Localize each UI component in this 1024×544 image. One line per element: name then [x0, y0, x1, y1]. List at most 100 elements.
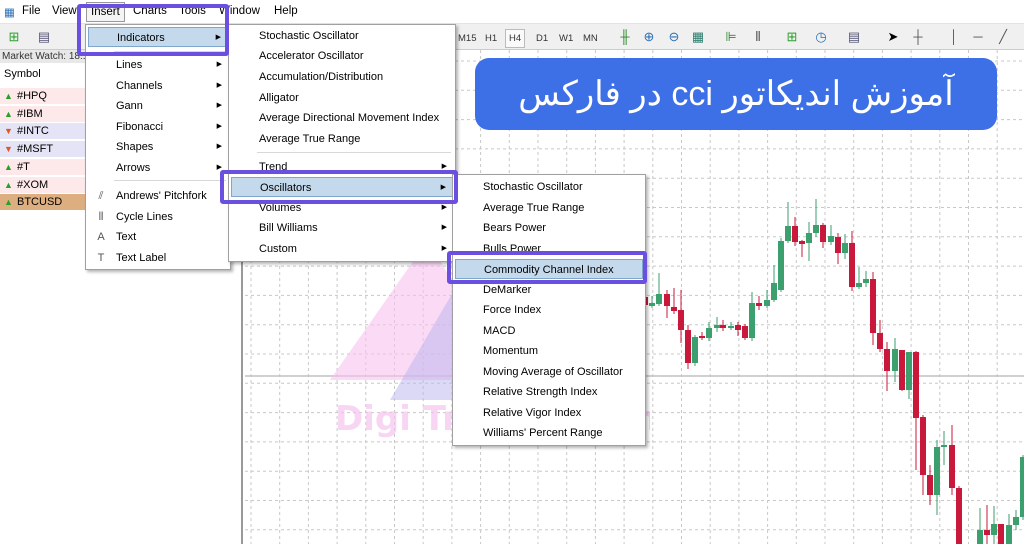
- candle-bullish: [706, 328, 712, 338]
- menu-item-label: Shapes: [116, 141, 154, 153]
- oscillators-menu-item-moving-average-of-oscillator[interactable]: Moving Average of Oscillator: [455, 362, 643, 382]
- text-label-icon: T: [97, 252, 105, 264]
- menu-view[interactable]: View: [52, 5, 77, 17]
- candle-bullish: [1013, 517, 1019, 525]
- candle-bullish: [692, 337, 698, 363]
- timeframe-w1[interactable]: W1: [559, 33, 573, 44]
- cursor-icon[interactable]: ➤: [885, 29, 901, 45]
- menu-file[interactable]: File: [22, 5, 41, 17]
- insert-menu-item-cycle-lines[interactable]: Cycle Lines ⦀: [88, 207, 228, 227]
- timeframe-d1[interactable]: D1: [536, 33, 548, 44]
- menu-separator: [257, 152, 451, 153]
- menu-item-label: Andrews' Pitchfork: [116, 190, 207, 202]
- submenu-arrow-icon: ▶: [216, 143, 222, 150]
- indicators-submenu: Stochastic Oscillator Accelerator Oscilla…: [228, 24, 456, 262]
- indicators-menu-item-average-true-range[interactable]: Average True Range: [231, 129, 453, 149]
- arrow-down-icon: ▼: [4, 126, 13, 137]
- symbol-name: #HPQ: [17, 90, 47, 102]
- timeframe-h1[interactable]: H1: [485, 33, 497, 44]
- market-watch-row[interactable]: ▼ #MSFT: [0, 141, 90, 159]
- insert-menu-item-fibonacci[interactable]: Fibonacci ▶: [88, 117, 228, 137]
- oscillators-menu-item-macd[interactable]: MACD: [455, 321, 643, 341]
- menu-item-label: Custom: [259, 243, 297, 255]
- autoscroll-icon[interactable]: ⫴: [750, 29, 766, 45]
- zoom-out-icon[interactable]: ⊖: [666, 29, 682, 45]
- crosshair-icon[interactable]: ┼: [910, 29, 926, 45]
- oscillators-menu-item-bears-power[interactable]: Bears Power: [455, 218, 643, 238]
- submenu-arrow-icon: ▶: [216, 102, 222, 109]
- insert-menu-item-text-label[interactable]: Text Label T: [88, 248, 228, 268]
- menu-item-label: Bears Power: [483, 222, 546, 234]
- oscillators-menu-item-momentum[interactable]: Momentum: [455, 341, 643, 361]
- arrow-up-icon: ▲: [4, 179, 13, 190]
- candle-bearish: [877, 333, 883, 349]
- candle-bearish: [835, 237, 841, 253]
- candle-bearish: [949, 445, 955, 488]
- profiles-icon[interactable]: ▤: [36, 29, 52, 45]
- indicators-menu-item-alligator[interactable]: Alligator: [231, 88, 453, 108]
- menu-help[interactable]: Help: [274, 5, 298, 17]
- vertical-line-icon[interactable]: │: [946, 29, 962, 45]
- menu-item-label: Text Label: [116, 252, 167, 264]
- market-watch-row[interactable]: ▲ #IBM: [0, 105, 90, 123]
- insert-menu-item-lines[interactable]: Lines ▶: [88, 55, 228, 75]
- market-watch-row[interactable]: ▲ #T: [0, 158, 90, 176]
- candle-bearish: [678, 310, 684, 330]
- candle-bearish: [699, 336, 705, 338]
- tile-windows-icon[interactable]: ▦: [690, 29, 706, 45]
- oscillators-menu-item-average-true-range[interactable]: Average True Range: [455, 198, 643, 218]
- symbol-column-header[interactable]: Symbol: [4, 68, 41, 80]
- candle-bearish: [984, 530, 990, 535]
- indicators-icon[interactable]: ⊞: [784, 29, 800, 45]
- indicators-menu-item-stochastic-oscillator[interactable]: Stochastic Oscillator: [231, 26, 453, 46]
- oscillators-menu-item-force-index[interactable]: Force Index: [455, 300, 643, 320]
- insert-menu-item-shapes[interactable]: Shapes ▶: [88, 137, 228, 157]
- indicators-menu-item-accumulation-distribution[interactable]: Accumulation/Distribution: [231, 67, 453, 87]
- timeframe-m15[interactable]: M15: [458, 33, 476, 44]
- new-chart-icon[interactable]: ⊞: [6, 29, 22, 45]
- timeframe-mn[interactable]: MN: [583, 33, 598, 44]
- market-watch-row[interactable]: ▲ #HPQ: [0, 88, 90, 105]
- indicators-menu-item-accelerator-oscillator[interactable]: Accelerator Oscillator: [231, 46, 453, 66]
- insert-menu-item-gann[interactable]: Gann ▶: [88, 96, 228, 116]
- submenu-arrow-icon: ▶: [216, 123, 222, 130]
- oscillators-menu-item-relative-strength-index[interactable]: Relative Strength Index: [455, 382, 643, 402]
- trendline-icon[interactable]: ╱: [995, 29, 1011, 45]
- oscillators-menu-item-relative-vigor-index[interactable]: Relative Vigor Index: [455, 403, 643, 423]
- menu-item-label: Text: [116, 231, 137, 243]
- market-watch-row[interactable]: ▲ #XOM: [0, 176, 90, 194]
- candle-bullish: [892, 349, 898, 371]
- templates-icon[interactable]: ▤: [846, 29, 862, 45]
- candlestick-icon[interactable]: ╫: [617, 29, 633, 45]
- zoom-in-icon[interactable]: ⊕: [641, 29, 657, 45]
- menu-item-label: Bill Williams: [259, 222, 318, 234]
- periods-icon[interactable]: ◷: [813, 29, 829, 45]
- market-watch-row[interactable]: ▲ BTCUSD: [0, 194, 90, 212]
- insert-menu-item-arrows[interactable]: Arrows ▶: [88, 158, 228, 178]
- menu-item-label: Fibonacci: [116, 121, 164, 133]
- candle-bearish: [927, 475, 933, 495]
- menu-item-label: Accelerator Oscillator: [259, 50, 364, 62]
- oscillators-menu-item-williams-percent-range[interactable]: Williams' Percent Range: [455, 423, 643, 443]
- symbol-name: #IBM: [17, 107, 43, 120]
- indicators-menu-item-average-directional-movement-index[interactable]: Average Directional Movement Index: [231, 108, 453, 128]
- oscillators-menu-item-stochastic-oscillator[interactable]: Stochastic Oscillator: [455, 177, 643, 197]
- candle-bullish: [828, 236, 834, 242]
- market-watch-row[interactable]: ▼ #INTC: [0, 123, 90, 141]
- highlight-box-oscillators: [220, 170, 458, 204]
- arrow-up-icon: ▲: [4, 91, 13, 101]
- submenu-arrow-icon: ▶: [441, 224, 447, 231]
- insert-menu-item-text[interactable]: Text A: [88, 227, 228, 247]
- timeframe-h4[interactable]: H4: [505, 29, 526, 48]
- menu-item-label: Force Index: [483, 304, 542, 316]
- candle-bearish: [671, 307, 677, 311]
- candle-bearish: [913, 352, 919, 418]
- insert-menu-item-channels[interactable]: Channels ▶: [88, 76, 228, 96]
- title-banner: آموزش اندیکاتور cci در فارکس: [475, 58, 997, 130]
- indicators-menu-item-bill-williams[interactable]: Bill Williams ▶: [231, 218, 453, 238]
- chart-shift-icon[interactable]: ⊫: [723, 29, 739, 45]
- indicators-menu-item-custom[interactable]: Custom ▶: [231, 239, 453, 259]
- insert-menu-item-andrews-pitchfork[interactable]: Andrews' Pitchfork ⫽: [88, 186, 228, 206]
- horizontal-line-icon[interactable]: ─: [970, 29, 986, 45]
- symbol-name: #T: [17, 160, 30, 173]
